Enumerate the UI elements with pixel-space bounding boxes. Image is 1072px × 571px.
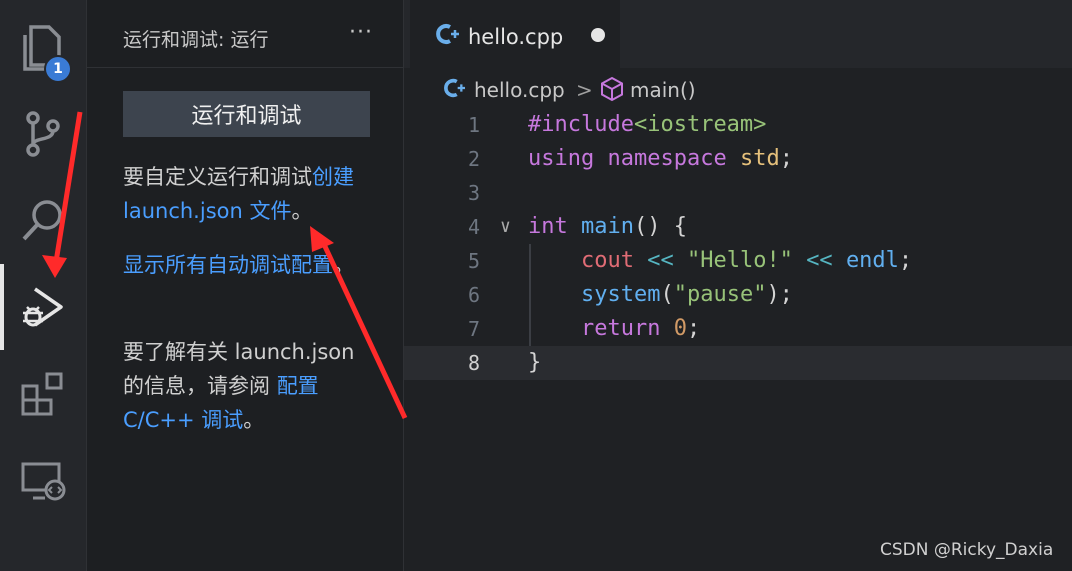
annotation-arrow-left-head — [42, 255, 67, 278]
annotation-arrow-right-head — [310, 226, 334, 252]
annotation-arrow-left — [53, 111, 83, 263]
annotation-arrow-right — [319, 238, 408, 420]
watermark: CSDN @Ricky_Daxia — [880, 540, 1054, 560]
annotation-arrows — [42, 111, 408, 420]
